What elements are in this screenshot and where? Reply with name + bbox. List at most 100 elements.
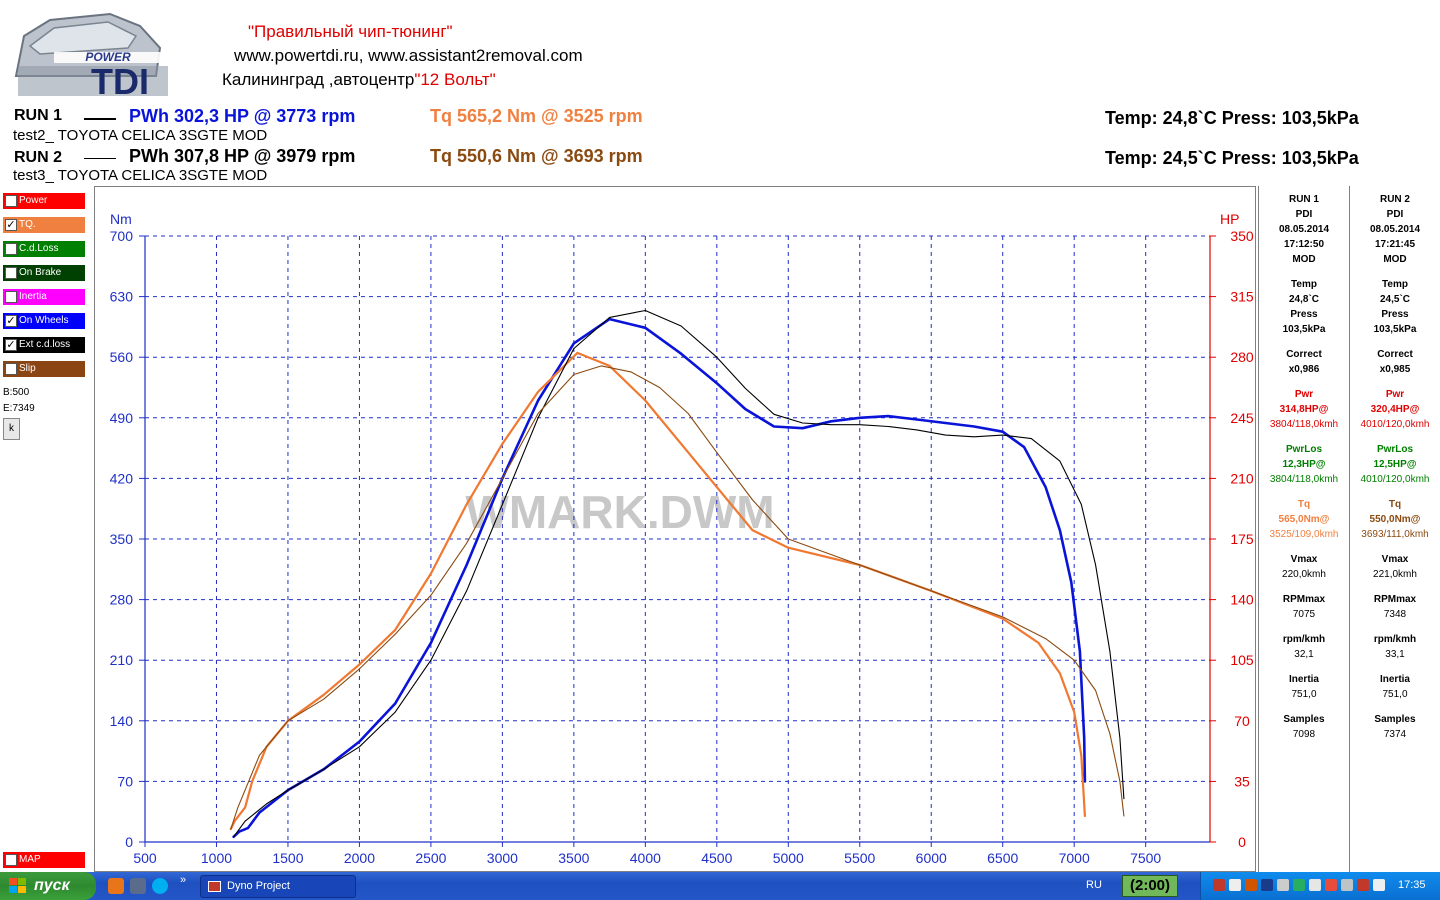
left-tick-label: 420 <box>110 470 134 486</box>
windows-flag-icon <box>9 878 26 893</box>
right-tick-label: 0 <box>1238 834 1246 850</box>
x-tick-label: 6500 <box>987 850 1018 866</box>
right-tick-label: 175 <box>1230 531 1254 547</box>
timer-widget[interactable]: (2:00) <box>1122 875 1178 897</box>
run2-correct: x0,985 <box>1379 364 1411 375</box>
run2-rpmkmh: 33,1 <box>1385 649 1405 660</box>
run2-press: 103,5kPa <box>1373 324 1417 335</box>
start-label: пуск <box>34 877 70 894</box>
left-tick-label: 280 <box>110 592 134 608</box>
dyno-app-icon <box>208 881 221 892</box>
run1-press: 103,5kPa <box>1282 324 1326 335</box>
run1-samples-label: Samples <box>1283 714 1325 725</box>
start-button[interactable]: пуск <box>0 872 96 900</box>
right-tick-label: 350 <box>1230 228 1254 244</box>
left-tick-label: 700 <box>110 228 134 244</box>
x-tick-label: 5000 <box>773 850 804 866</box>
left-tick-label: 560 <box>110 349 134 365</box>
bluetooth-icon[interactable] <box>1261 879 1273 891</box>
run2-tq-label: Tq <box>1388 499 1402 510</box>
left-tick-label: 350 <box>110 531 134 547</box>
run1-inertia-label: Inertia <box>1288 674 1319 685</box>
run2-info-column: RUN 2 PDI 08.05.2014 17:21:45 MOD Temp 2… <box>1350 192 1440 742</box>
x-tick-label: 2000 <box>344 850 375 866</box>
run1-temp-label: Temp <box>1291 279 1317 290</box>
run1-info-date: 08.05.2014 <box>1278 224 1330 235</box>
run2-pwrlos-label: PwrLos <box>1376 444 1414 455</box>
run1-tq: 565,0Nm@ <box>1278 514 1330 525</box>
run2-rpmkmh-label: rpm/kmh <box>1373 634 1417 645</box>
right-tick-label: 315 <box>1230 289 1254 305</box>
run2-correct-label: Correct <box>1377 349 1413 360</box>
run1-pwrlos: 12,3HP@ <box>1282 459 1326 470</box>
run2-inertia-label: Inertia <box>1379 674 1410 685</box>
quicklaunch-more-icon[interactable]: » <box>180 874 186 886</box>
language-indicator[interactable]: RU <box>1086 879 1102 891</box>
run2-samples: 7374 <box>1383 729 1407 740</box>
run2-info-shop: PDI <box>1386 209 1404 220</box>
run1-temp: 24,8`C <box>1288 294 1319 305</box>
x-tick-label: 500 <box>133 850 157 866</box>
right-tick-label: 105 <box>1230 652 1254 668</box>
right-tick-label: 245 <box>1230 410 1254 426</box>
run1-tq-label: Tq <box>1297 499 1311 510</box>
task-label: Dyno Project <box>227 880 290 892</box>
firefox-icon[interactable] <box>108 878 124 894</box>
run1-pwrlos-label: PwrLos <box>1285 444 1323 455</box>
right-tick-label: 280 <box>1230 349 1254 365</box>
tray-icon-7[interactable] <box>1309 879 1321 891</box>
run1-pwrlos-at: 3804/118,0kmh <box>1269 474 1339 485</box>
x-tick-label: 5500 <box>844 850 875 866</box>
tray-icon-2[interactable] <box>1229 879 1241 891</box>
run2-info-mod: MOD <box>1383 254 1407 265</box>
run2-pwr-label: Pwr <box>1385 389 1405 400</box>
x-tick-label: 7500 <box>1130 850 1161 866</box>
x-tick-label: 4000 <box>630 850 661 866</box>
left-tick-label: 140 <box>110 713 134 729</box>
run2-tq-at: 3693/111,0kmh <box>1361 529 1429 540</box>
task-dyno-project[interactable]: Dyno Project <box>200 875 356 898</box>
right-tick-label: 35 <box>1234 773 1250 789</box>
x-tick-label: 3000 <box>487 850 518 866</box>
run1-vmax: 220,0kmh <box>1282 569 1326 580</box>
run2-samples-label: Samples <box>1374 714 1416 725</box>
tray-icon-10[interactable] <box>1357 879 1369 891</box>
run1-correct: x0,986 <box>1288 364 1320 375</box>
right-tick-label: 140 <box>1230 592 1254 608</box>
tray-icon-6[interactable] <box>1293 879 1305 891</box>
run1-info-mod: MOD <box>1292 254 1316 265</box>
tray-icon-9[interactable] <box>1341 879 1353 891</box>
right-tick-label: 210 <box>1230 470 1254 486</box>
right-tick-label: 70 <box>1234 713 1250 729</box>
run1-press-label: Press <box>1290 309 1318 320</box>
tray-icon-8[interactable] <box>1325 879 1337 891</box>
run1-info-title: RUN 1 <box>1288 194 1319 205</box>
run1-pwr-label: Pwr <box>1294 389 1314 400</box>
x-tick-label: 1000 <box>201 850 232 866</box>
run2-pwr-at: 4010/120,0kmh <box>1360 419 1430 430</box>
x-tick-label: 1500 <box>272 850 303 866</box>
tray-icon-3[interactable] <box>1245 879 1257 891</box>
run1-rpmmax: 7075 <box>1292 609 1316 620</box>
run-info-panel: RUN 1 PDI 08.05.2014 17:12:50 MOD Temp 2… <box>1258 186 1440 872</box>
left-tick-label: 0 <box>125 834 133 850</box>
run2-pwr: 320,4HP@ <box>1370 404 1420 415</box>
left-tick-label: 210 <box>110 652 134 668</box>
run2-pwrlos-at: 4010/120,0kmh <box>1360 474 1430 485</box>
tray-icon-1[interactable] <box>1213 879 1225 891</box>
skype-icon[interactable] <box>152 878 168 894</box>
run1-inertia: 751,0 <box>1291 689 1317 700</box>
run2-inertia: 751,0 <box>1382 689 1408 700</box>
x-tick-label: 4500 <box>701 850 732 866</box>
run2-vmax-label: Vmax <box>1381 554 1409 565</box>
run1-samples: 7098 <box>1292 729 1316 740</box>
left-axis-unit: Nm <box>110 211 132 227</box>
run1-rpmkmh-label: rpm/kmh <box>1282 634 1326 645</box>
tray-icon-5[interactable] <box>1277 879 1289 891</box>
volume-icon[interactable] <box>1373 879 1385 891</box>
taskbar: пуск » Dyno Project RU (2:00) 17:35 <box>0 872 1440 900</box>
run1-info-column: RUN 1 PDI 08.05.2014 17:12:50 MOD Temp 2… <box>1259 192 1349 742</box>
run1-correct-label: Correct <box>1286 349 1322 360</box>
run2-info-time: 17:21:45 <box>1374 239 1416 250</box>
save-icon[interactable] <box>130 878 146 894</box>
